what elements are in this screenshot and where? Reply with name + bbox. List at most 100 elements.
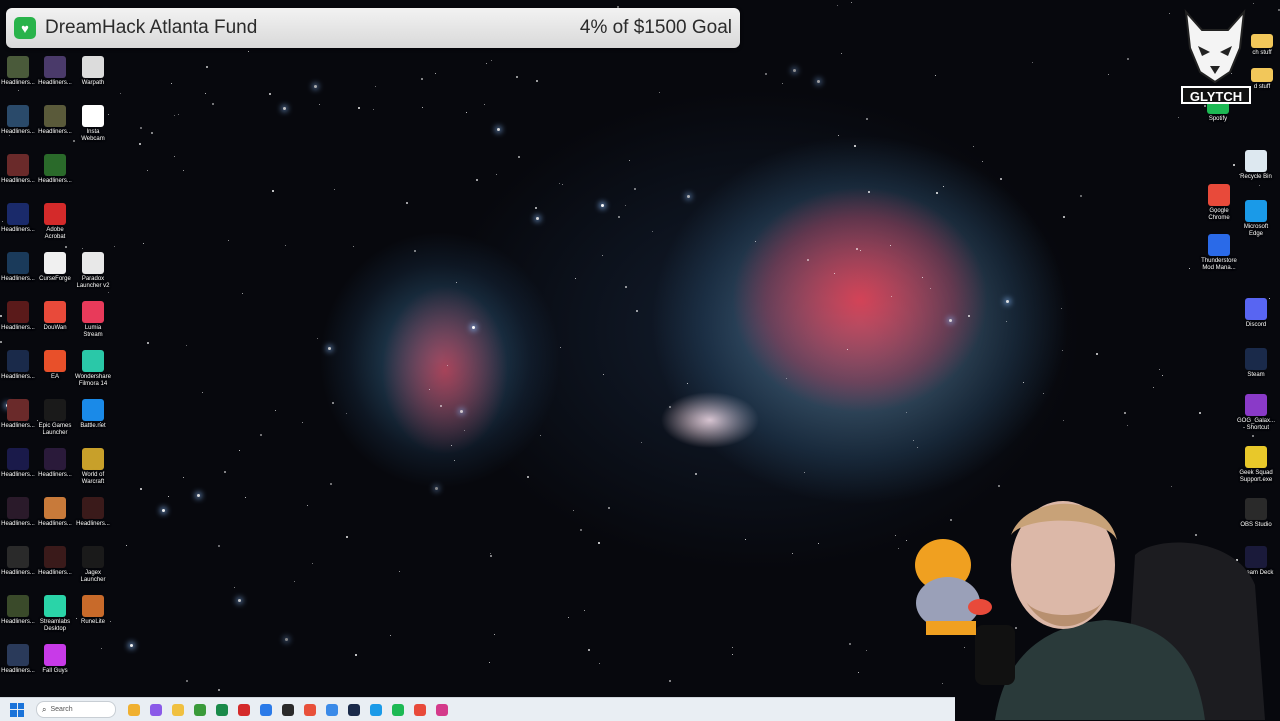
minecraft-icon[interactable] [194, 703, 206, 716]
desktop-shortcut[interactable]: Headliners... [37, 546, 73, 577]
star [285, 638, 288, 641]
desktop-shortcut[interactable]: Headliners... [0, 105, 36, 136]
desktop-shortcut[interactable]: Warpath [75, 56, 111, 87]
glytch-logo-text: GLYTCH [1181, 86, 1251, 104]
shortcut-label: Headliners... [38, 178, 72, 184]
star [355, 654, 357, 656]
video-thumb-icon [7, 56, 29, 78]
douwan-icon [44, 301, 66, 323]
photos-icon[interactable] [326, 703, 338, 716]
desktop-shortcut[interactable]: Microsoft Edge [1238, 200, 1274, 238]
desktop-shortcut[interactable]: Streamlabs Desktop [37, 595, 73, 633]
edge-icon[interactable] [370, 703, 382, 716]
excel-icon[interactable] [216, 703, 228, 716]
desktop-shortcut[interactable]: Recycle Bin [1238, 150, 1274, 181]
desktop-shortcut[interactable]: Epic Games Launcher [37, 399, 73, 437]
snip-icon[interactable] [304, 703, 316, 716]
video-thumb-icon [44, 56, 66, 78]
desktop-shortcut[interactable]: Headliners... [37, 105, 73, 136]
desktop-shortcut[interactable]: Headliners... [37, 154, 73, 185]
instagram-icon[interactable] [436, 703, 448, 716]
star [168, 496, 169, 497]
shortcut-label: Headliners... [1, 80, 35, 86]
desktop-shortcut[interactable]: Geek Squad Support.exe [1238, 446, 1274, 484]
desktop-shortcut[interactable]: CurseForge [37, 252, 73, 283]
shortcut-label: Headliners... [1, 472, 35, 478]
copilot-icon[interactable] [150, 703, 162, 716]
desktop-shortcut[interactable]: Discord [1238, 298, 1274, 329]
steam-icon[interactable] [348, 703, 360, 716]
desktop-shortcut[interactable]: Headliners... [0, 595, 36, 626]
fall-guys-icon [44, 644, 66, 666]
desktop-shortcut[interactable]: Headliners... [0, 301, 36, 332]
desktop-shortcut[interactable]: Lumia Stream [75, 301, 111, 339]
acrobat-icon[interactable] [238, 703, 250, 716]
desktop-shortcut[interactable]: Insta Webcam [75, 105, 111, 143]
obs-icon[interactable] [282, 703, 294, 716]
shortcut-label: Headliners... [1, 570, 35, 576]
desktop-shortcut[interactable]: DouWan [37, 301, 73, 332]
star [178, 114, 179, 115]
star [866, 650, 867, 651]
star [634, 188, 636, 190]
desktop-shortcut[interactable]: Headliners... [0, 154, 36, 185]
star [147, 342, 149, 344]
desktop-shortcut[interactable]: Headliners... [75, 497, 111, 528]
spotify-icon[interactable] [392, 703, 404, 716]
star [687, 195, 690, 198]
desktop-shortcut[interactable]: Headliners... [0, 644, 36, 675]
desktop-shortcut[interactable]: Headliners... [0, 203, 36, 234]
video-thumb-icon [7, 497, 29, 519]
star [228, 240, 229, 241]
desktop-shortcut[interactable]: Fall Guys [37, 644, 73, 675]
shortcut-label: Headliners... [1, 325, 35, 331]
star [373, 109, 374, 110]
plush-mascot [915, 539, 992, 635]
shortcut-label: CurseForge [39, 276, 71, 282]
star [516, 76, 518, 78]
desktop-shortcut[interactable]: Google Chrome [1201, 184, 1237, 222]
desktop-shortcut[interactable]: EA [37, 350, 73, 381]
star [435, 73, 436, 74]
desktop-shortcut[interactable]: Headliners... [0, 448, 36, 479]
weather-icon[interactable] [128, 703, 140, 716]
desktop-shortcut[interactable]: Headliners... [0, 56, 36, 87]
folder-icon [1251, 68, 1273, 82]
desktop-shortcut[interactable]: Headliners... [37, 56, 73, 87]
shortcut-label: Recycle Bin [1240, 174, 1272, 180]
taskbar-search-input[interactable]: ⌕ Search [36, 701, 116, 718]
desktop-shortcut[interactable]: Steam [1238, 348, 1274, 379]
desktop-shortcut[interactable]: World of Warcraft [75, 448, 111, 486]
desktop-shortcut[interactable]: GOG_Galax... - Shortcut [1237, 394, 1275, 432]
star [120, 93, 121, 94]
desktop-shortcut[interactable]: Adobe Acrobat [37, 203, 73, 241]
desktop-shortcut[interactable]: Wondershare Filmora 14 [75, 350, 111, 388]
desktop-shortcut[interactable]: Jagex Launcher [75, 546, 111, 584]
star [435, 487, 438, 490]
desktop-shortcut[interactable]: Headliners... [0, 350, 36, 381]
star [625, 286, 627, 288]
desktop-shortcut[interactable]: Headliners... [0, 252, 36, 283]
desktop-shortcut[interactable]: Battle.net [75, 399, 111, 430]
shortcut-label: Headliners... [76, 521, 110, 527]
desktop-shortcut[interactable]: Headliners... [0, 546, 36, 577]
star [399, 571, 400, 572]
desktop-shortcut[interactable]: Headliners... [0, 399, 36, 430]
desktop-shortcut[interactable]: Headliners... [37, 497, 73, 528]
store-icon[interactable] [260, 703, 272, 716]
desktop-shortcut[interactable]: Headliners... [37, 448, 73, 479]
desktop-shortcut[interactable]: Headliners... [0, 497, 36, 528]
file-explorer-icon[interactable] [172, 703, 184, 716]
filmora-icon [82, 350, 104, 372]
windows-start-icon[interactable] [10, 702, 24, 717]
donation-goal-bar: ♥ DreamHack Atlanta Fund 4% of $1500 Goa… [6, 8, 740, 48]
desktop-shortcut[interactable]: RuneLite [75, 595, 111, 626]
desktop-shortcut[interactable]: Paradox Launcher v2 [75, 252, 111, 290]
chrome-icon[interactable] [414, 703, 426, 716]
desktop-shortcut[interactable]: Thunderstore Mod Mana... [1201, 234, 1237, 272]
star [856, 248, 858, 250]
star [1108, 74, 1109, 75]
star [139, 143, 141, 145]
shortcut-label: Fall Guys [42, 668, 68, 674]
star [518, 156, 520, 158]
